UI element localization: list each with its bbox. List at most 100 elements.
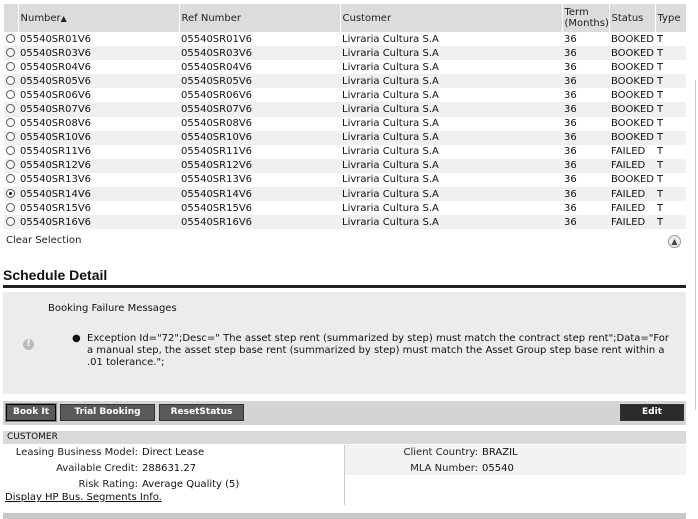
- trial-booking-button[interactable]: Trial Booking: [60, 404, 155, 421]
- cell-type: T: [657, 146, 664, 158]
- cell-ref-number: 05540SR11V6: [181, 146, 253, 158]
- available-credit-label: Available Credit:: [56, 463, 138, 474]
- failure-messages-panel: Booking Failure Messages ! ● Exception I…: [3, 292, 686, 394]
- cell-ref-number: 05540SR06V6: [181, 89, 253, 101]
- table-row[interactable]: 05540SR04V6 05540SR04V6 Livraria Cultura S…: [4, 60, 686, 74]
- row-select-radio[interactable]: [6, 75, 15, 85]
- row-select-cell: [4, 201, 18, 215]
- cell-type: T: [655, 46, 686, 61]
- cell-number: 05540SR08V6: [20, 118, 92, 130]
- row-select-radio[interactable]: [6, 174, 15, 184]
- row-select-radio[interactable]: [6, 118, 15, 128]
- column-header-number[interactable]: Number▲: [18, 4, 180, 32]
- mla-number-label: MLA Number:: [410, 463, 478, 474]
- book-it-button[interactable]: Book It: [5, 403, 57, 422]
- row-select-radio[interactable]: [6, 160, 15, 170]
- cell-term: 36: [564, 33, 577, 45]
- row-select-radio[interactable]: [6, 188, 15, 198]
- cell-status: BOOKED: [611, 61, 655, 73]
- row-select-radio[interactable]: [6, 104, 15, 114]
- cell-ref-number: 05540SR10V6: [179, 130, 340, 145]
- cell-status: FAILED: [609, 158, 655, 173]
- column-header-customer[interactable]: Customer: [340, 4, 563, 32]
- column-header-status[interactable]: Status: [609, 4, 656, 32]
- table-row[interactable]: 05540SR15V6 05540SR15V6 Livraria Cultura S…: [4, 201, 686, 215]
- table-row[interactable]: 05540SR08V6 05540SR08V6 Livraria Cultura S…: [4, 117, 686, 131]
- hp-segments-link[interactable]: Display HP Bus. Segments Info.: [5, 492, 162, 503]
- sort-ascending-icon: ▲: [60, 13, 67, 23]
- cell-customer: Livraria Cultura S.A: [340, 187, 562, 202]
- cell-number: 05540SR06V6: [20, 89, 92, 101]
- row-select-radio[interactable]: [6, 89, 15, 99]
- edit-button[interactable]: Edit: [620, 404, 684, 421]
- cell-number: 05540SR01V6: [20, 33, 92, 45]
- column-header-ref-number[interactable]: Ref Number: [179, 4, 341, 32]
- cell-term: 36: [564, 61, 577, 73]
- customer-divider: [344, 445, 345, 505]
- cell-number: 05540SR15V6: [20, 202, 92, 214]
- leasing-model-label: Leasing Business Model:: [15, 447, 138, 458]
- table-row[interactable]: 05540SR03V6 05540SR03V6 Livraria Cultura S…: [4, 46, 686, 61]
- table-row[interactable]: 05540SR06V6 05540SR06V6 Livraria Cultura S…: [4, 88, 686, 102]
- cell-status: FAILED: [609, 215, 655, 230]
- cell-customer: Livraria Cultura S.A: [340, 74, 562, 89]
- cell-term: 36: [564, 118, 577, 130]
- failure-message-text: Exception Id="72";Desc=" The asset step …: [87, 333, 670, 368]
- table-row[interactable]: 05540SR12V6 05540SR12V6 Livraria Cultura S…: [4, 158, 686, 173]
- cell-customer: Livraria Cultura S.A: [340, 215, 562, 230]
- risk-rating-label: Risk Rating:: [78, 479, 138, 490]
- row-select-cell: [4, 145, 18, 159]
- column-header-term[interactable]: Term (Months): [562, 4, 610, 32]
- cell-term: 36: [564, 89, 577, 101]
- cell-number: 05540SR16V6: [18, 215, 179, 230]
- table-row[interactable]: 05540SR05V6 05540SR05V6 Livraria Cultura S…: [4, 74, 686, 89]
- row-select-radio[interactable]: [6, 202, 15, 212]
- cell-type: T: [657, 202, 664, 214]
- column-header-type[interactable]: Type: [655, 4, 687, 32]
- cell-ref-number: 05540SR07V6: [179, 102, 340, 117]
- cell-term: 36: [562, 74, 609, 89]
- table-row[interactable]: 05540SR10V6 05540SR10V6 Livraria Cultura S…: [4, 130, 686, 145]
- row-select-cell: [4, 130, 18, 145]
- table-row[interactable]: 05540SR01V6 05540SR01V6 Livraria Cultura S…: [4, 32, 686, 46]
- collapse-up-icon[interactable]: ▲: [668, 235, 681, 248]
- cell-type: T: [657, 33, 664, 45]
- row-select-radio[interactable]: [6, 132, 15, 142]
- row-select-radio[interactable]: [6, 61, 15, 71]
- cell-status: BOOKED: [611, 174, 655, 186]
- next-section-header: [3, 513, 686, 519]
- row-select-radio[interactable]: [6, 216, 15, 226]
- cell-customer: Livraria Cultura S.A: [342, 174, 439, 186]
- cell-ref-number: 05540SR13V6: [181, 174, 253, 186]
- cell-term: 36: [562, 187, 609, 202]
- cell-type: T: [657, 61, 664, 73]
- cell-term: 36: [562, 215, 609, 230]
- table-row[interactable]: 05540SR14V6 05540SR14V6 Livraria Cultura S…: [4, 187, 686, 202]
- cell-ref-number: 05540SR05V6: [179, 74, 340, 89]
- table-row[interactable]: 05540SR07V6 05540SR07V6 Livraria Cultura S…: [4, 102, 686, 117]
- cell-status: BOOKED: [609, 74, 655, 89]
- table-row[interactable]: 05540SR11V6 05540SR11V6 Livraria Cultura S…: [4, 145, 686, 159]
- cell-status: FAILED: [609, 187, 655, 202]
- cell-number: 05540SR07V6: [18, 102, 179, 117]
- client-country-value: BRAZIL: [482, 447, 518, 458]
- schedule-results-table: Number▲ Ref Number Customer Term (Months…: [4, 4, 687, 230]
- row-select-radio[interactable]: [6, 146, 15, 156]
- cell-number: 05540SR05V6: [18, 74, 179, 89]
- cell-status: FAILED: [611, 202, 646, 214]
- cell-customer: Livraria Cultura S.A: [340, 102, 562, 117]
- client-country-label: Client Country:: [403, 447, 479, 458]
- row-select-cell: [4, 117, 18, 131]
- warning-icon: !: [23, 339, 34, 350]
- table-row[interactable]: 05540SR16V6 05540SR16V6 Livraria Cultura S…: [4, 215, 686, 230]
- row-select-radio[interactable]: [6, 33, 15, 43]
- row-select-radio[interactable]: [6, 47, 15, 57]
- cell-number: 05540SR12V6: [18, 158, 179, 173]
- clear-selection-link[interactable]: Clear Selection: [6, 235, 81, 246]
- reset-status-button[interactable]: ResetStatus: [159, 404, 244, 421]
- bullet-icon: ●: [72, 333, 81, 344]
- cell-type: T: [657, 118, 664, 130]
- messages-header: Booking Failure Messages: [48, 303, 177, 314]
- cell-ref-number: 05540SR12V6: [179, 158, 340, 173]
- table-row[interactable]: 05540SR13V6 05540SR13V6 Livraria Cultura S…: [4, 173, 686, 187]
